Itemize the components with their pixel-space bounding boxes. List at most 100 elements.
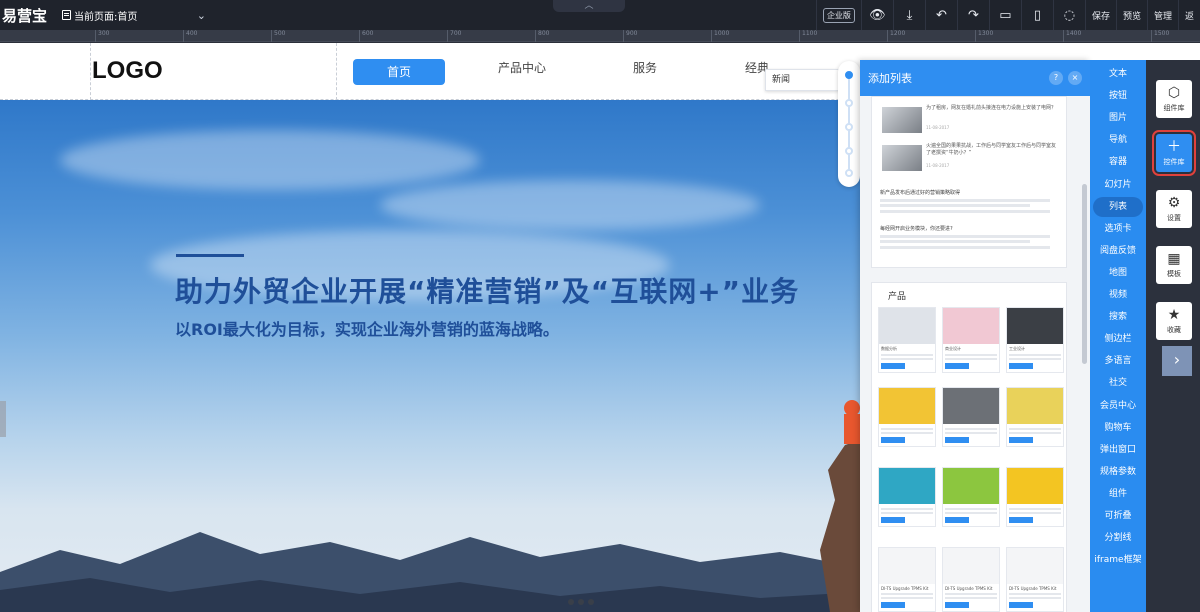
timeline-dot[interactable] [845,123,853,131]
enterprise-badge: 企业版 [815,0,861,30]
category-item[interactable]: 文本 [1090,64,1146,84]
category-item[interactable]: 导航 [1090,130,1146,150]
site-logo[interactable]: LOGO [92,57,163,85]
nav-item-products[interactable]: 产品中心 [498,59,546,76]
category-item[interactable]: 图片 [1090,108,1146,128]
product-card: DI-TS Upgrade TPMS Kit [942,547,1000,612]
category-item[interactable]: 侧边栏 [1090,329,1146,349]
cloud-decoration [60,130,480,190]
mountain-range [0,532,860,612]
news-item: 为了租房，网友在婚礼前头接连在电力设施上安装了电网？ 11-08-2017 [882,105,1058,139]
news-item: 火遍全国的果果抗战，工作后与同学室友工作后与同学室友了老撰资“牛奶小？” 11-… [882,143,1058,177]
ruler-tick: 1000 [711,30,729,42]
align-icon[interactable]: ⤓ [892,0,925,30]
category-item[interactable]: 可折叠 [1090,506,1146,526]
page-icon [62,10,71,20]
timeline-dot[interactable] [845,169,853,177]
slider-dots[interactable] [568,599,594,605]
timeline-dot[interactable] [845,99,853,107]
sidebar-button-cube[interactable]: ⬡ 组件库 [1156,80,1192,118]
product-image [879,468,935,504]
category-item[interactable]: 弹出窗口 [1090,440,1146,460]
category-item[interactable]: 组件 [1090,484,1146,504]
save-button[interactable]: 保存 [1084,0,1116,30]
sidebar-button-plus[interactable]: ＋ 控件库 [1152,130,1196,176]
sidebar-button-star[interactable]: ★ 收藏 [1156,302,1192,340]
news-thumbnail [882,145,922,171]
sidebar-button-grid[interactable]: ▦ 模板 [1156,246,1192,284]
category-item[interactable]: 分割线 [1090,528,1146,548]
sidebar-button-label: 组件库 [1163,104,1185,112]
product-label [1007,504,1063,506]
close-button[interactable]: × [1068,71,1082,85]
panel-scrollbar[interactable] [1082,184,1087,364]
editor-toolbar: 易营宝 当前页面:首页 ⌄ ︿ 企业版 👁 ⤓ ↶ ↷ ▭ ▯ ◌ 保存 预览 … [0,0,1200,30]
timeline-dot[interactable] [845,71,853,79]
product-more-button [1009,437,1033,443]
eye-icon[interactable]: 👁 [860,0,893,30]
product-more-button [945,363,969,369]
category-item[interactable]: iframe框架 [1090,550,1146,570]
sidebar-button-label: 设置 [1167,214,1181,222]
category-item[interactable]: 阅盘反馈 [1090,241,1146,261]
list-style-products[interactable]: 产品 数据分析 商业设计 工业设计 DI-TS Upgrade TPMS Kit DI-… [871,282,1067,612]
page-selector[interactable]: 当前页面:首页 ⌄ [62,0,212,30]
help-button[interactable]: ? [1049,71,1063,85]
product-image [1007,308,1063,344]
category-item[interactable]: 会员中心 [1090,396,1146,416]
product-image [943,388,999,424]
news-tooltip: 新闻 [765,69,839,91]
chevron-right-icon[interactable]: › [1162,346,1192,376]
category-item[interactable]: 多语言 [1090,351,1146,371]
category-item[interactable]: 容器 [1090,152,1146,172]
product-card: DI-TS Upgrade TPMS Kit [878,547,936,612]
ruler-tick: 800 [535,30,549,42]
plus-icon: ＋ [1167,139,1181,155]
category-item[interactable]: 视频 [1090,285,1146,305]
help-icon[interactable]: ◌ [1052,0,1085,30]
product-label [879,504,935,506]
product-card: 工业设计 [1006,307,1064,373]
timeline-dot[interactable] [845,147,853,155]
redo-icon[interactable]: ↷ [956,0,989,30]
mobile-icon[interactable]: ▯ [1020,0,1053,30]
category-item[interactable]: 列表 [1093,196,1143,217]
layout-guide [336,43,337,100]
product-card [878,467,936,527]
add-list-panel: 添加列表 ? × 为了租房，网友在婚礼前头接连在电力设施上安装了电网？ 11-0… [860,60,1090,612]
style-timeline[interactable] [838,61,860,187]
category-item[interactable]: 社交 [1090,373,1146,393]
category-item[interactable]: 规格参数 [1090,462,1146,482]
cube-icon: ⬡ [1167,85,1181,101]
list-style-news[interactable]: 为了租房，网友在婚礼前头接连在电力设施上安装了电网？ 11-08-2017 火遍… [871,96,1067,268]
category-item[interactable]: 选项卡 [1090,219,1146,239]
product-card: DI-TS Upgrade TPMS Kit [1006,547,1064,612]
nav-item-services[interactable]: 服务 [633,59,657,76]
category-item[interactable]: 幻灯片 [1090,175,1146,195]
nav-item-home[interactable]: 首页 [353,59,445,85]
preview-button[interactable]: 预览 [1115,0,1147,30]
product-label: DI-TS Upgrade TPMS Kit [945,586,993,591]
product-card [942,387,1000,447]
sidebar-button-label: 模板 [1167,270,1181,278]
category-item[interactable]: 搜索 [1090,307,1146,327]
manage-button[interactable]: 管理 [1146,0,1178,30]
collapse-toolbar-tab[interactable]: ︿ [553,0,625,12]
desktop-icon[interactable]: ▭ [988,0,1021,30]
sidebar-button-label: 控件库 [1163,158,1185,166]
hero-subtitle[interactable]: 以ROI最大化为目标，实现企业海外营销的蓝海战略。 [175,316,559,340]
category-item[interactable]: 按钮 [1090,86,1146,106]
undo-icon[interactable]: ↶ [924,0,957,30]
category-item[interactable]: 购物车 [1090,418,1146,438]
left-slide-handle[interactable] [0,401,6,437]
back-button[interactable]: 返 [1177,0,1200,30]
product-card [1006,387,1064,447]
hero-title[interactable]: 助力外贸企业开展“精准营销”及“互联网+”业务 [175,270,799,310]
product-card [1006,467,1064,527]
product-more-button [1009,602,1033,608]
product-label: DI-TS Upgrade TPMS Kit [1009,586,1057,591]
product-more-button [881,363,905,369]
product-label: 工业设计 [1009,346,1025,351]
sidebar-button-gear[interactable]: ⚙ 设置 [1156,190,1192,228]
category-item[interactable]: 地图 [1090,263,1146,283]
